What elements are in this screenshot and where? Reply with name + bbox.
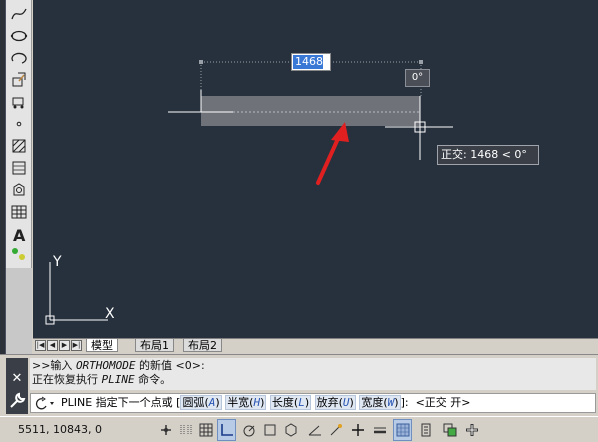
ucs-x-label: X xyxy=(105,306,115,322)
multiline-text-icon[interactable]: A xyxy=(8,224,30,244)
command-option[interactable]: 长度(L) xyxy=(269,395,312,410)
status-bar: 5511, 10843, 0 xyxy=(0,416,598,442)
tab-first-icon[interactable]: |◀ xyxy=(35,340,46,351)
command-history: >>输入 ORTHOMODE 的新值 <0>: 正在恢复执行 PLINE 命令。 xyxy=(30,358,596,390)
command-line-panel: ✕ >>输入 ORTHOMODE 的新值 <0>: 正在恢复执行 PLINE 命… xyxy=(0,354,598,416)
snap-mode-icon[interactable] xyxy=(176,419,195,441)
tab-model[interactable]: 模型 xyxy=(86,339,118,352)
gradient-icon[interactable] xyxy=(8,158,30,178)
infer-constraints-icon[interactable] xyxy=(156,419,175,441)
command-input[interactable]: PLINE 指定下一个点或 [圆弧(A) 半宽(H) 长度(L) 放弃(U) 宽… xyxy=(30,393,596,413)
dimension-grip-right xyxy=(419,60,423,64)
quick-properties-icon[interactable] xyxy=(416,419,435,441)
region-icon[interactable] xyxy=(8,180,30,200)
polar-tracking-icon[interactable] xyxy=(239,419,258,441)
ellipse-arc-icon[interactable] xyxy=(8,48,30,68)
selection-cycling-icon[interactable] xyxy=(440,419,459,441)
table-icon[interactable] xyxy=(8,202,30,222)
command-option[interactable]: 半宽(H) xyxy=(225,395,267,410)
dynamic-input-box[interactable]: 1468 xyxy=(291,53,331,71)
grid-display-icon[interactable] xyxy=(196,419,215,441)
point-icon[interactable] xyxy=(8,114,30,134)
recent-commands-icon[interactable] xyxy=(34,396,56,410)
layout-tabs-bar: |◀ ◀ ▶ ▶| 模型 布局1 布局2 xyxy=(33,338,598,352)
command-option[interactable]: 放弃(U) xyxy=(314,395,356,410)
add-selected-icon[interactable] xyxy=(8,244,30,264)
toolbar-gap xyxy=(6,268,32,356)
close-icon[interactable]: ✕ xyxy=(7,371,27,387)
coordinate-readout: 5511, 10843, 0 xyxy=(18,423,102,436)
dynamic-input-value[interactable]: 1468 xyxy=(293,55,323,69)
object-snap-icon[interactable] xyxy=(260,419,279,441)
draw-toolbar: A xyxy=(6,0,32,268)
make-block-icon[interactable] xyxy=(8,92,30,112)
object-snap-tracking-icon[interactable] xyxy=(305,419,324,441)
drawing-canvas[interactable]: Y X 1468 0° 正交: 1468 < 0° xyxy=(33,0,598,338)
history-line-1: >>输入 ORTHOMODE 的新值 <0>: xyxy=(32,359,205,372)
tab-layout2[interactable]: 布局2 xyxy=(183,339,222,352)
history-line-2: 正在恢复执行 PLINE 命令。 xyxy=(32,373,172,386)
svg-text:A: A xyxy=(13,226,26,243)
command-option[interactable]: 宽度(W) xyxy=(359,395,401,410)
lineweight-icon[interactable] xyxy=(370,419,389,441)
tab-last-icon[interactable]: ▶| xyxy=(71,340,82,351)
dimension-grip-left xyxy=(199,60,203,64)
annotation-monitor-icon[interactable] xyxy=(462,419,481,441)
dynamic-ucs-icon[interactable] xyxy=(326,419,345,441)
polyline-segment-preview xyxy=(201,96,420,126)
hatch-icon[interactable] xyxy=(8,136,30,156)
3d-object-snap-icon[interactable] xyxy=(281,419,300,441)
wrench-icon[interactable] xyxy=(7,391,27,411)
transparency-icon[interactable] xyxy=(393,419,412,441)
insert-block-icon[interactable] xyxy=(8,70,30,90)
command-option[interactable]: 圆弧(A) xyxy=(180,395,222,410)
ellipse-icon[interactable] xyxy=(8,26,30,46)
ortho-tooltip: 正交: 1468 < 0° xyxy=(437,145,539,165)
ortho-mode-icon[interactable] xyxy=(217,419,236,441)
spline-icon[interactable] xyxy=(8,4,30,24)
dynamic-input-icon[interactable] xyxy=(348,419,367,441)
angle-readout: 0° xyxy=(405,69,430,87)
canvas-graphics: Y X xyxy=(45,60,453,325)
ucs-y-label: Y xyxy=(52,254,62,270)
tab-prev-icon[interactable]: ◀ xyxy=(47,340,58,351)
tab-next-icon[interactable]: ▶ xyxy=(59,340,70,351)
command-prompt: PLINE 指定下一个点或 [圆弧(A) 半宽(H) 长度(L) 放弃(U) 宽… xyxy=(61,395,471,410)
tab-layout1[interactable]: 布局1 xyxy=(135,339,174,352)
